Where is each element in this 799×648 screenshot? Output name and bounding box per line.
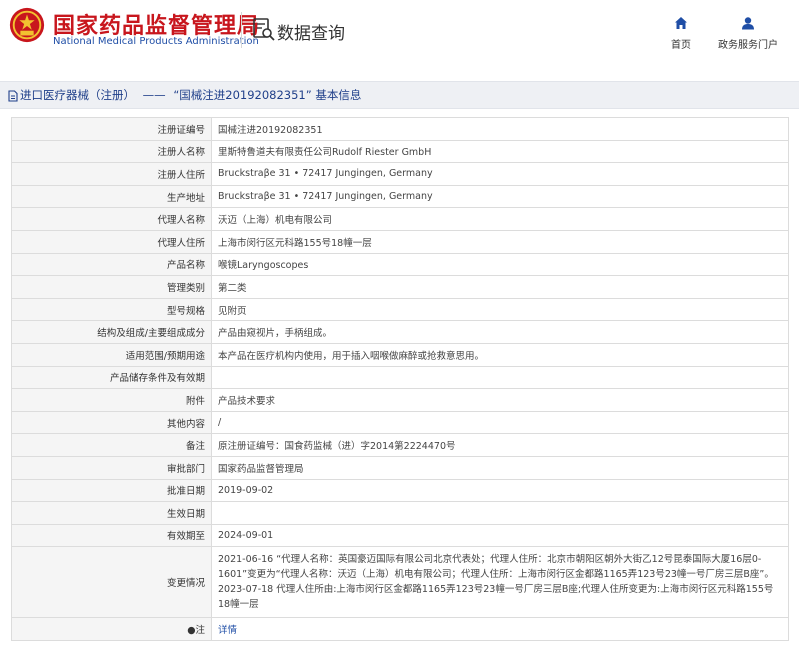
field-value: 喉镜Laryngoscopes xyxy=(211,252,789,277)
field-value xyxy=(211,501,789,525)
table-row: 结构及组成/主要组成成分 产品由窥视片，手柄组成。 xyxy=(11,320,789,344)
field-label: 批准日期 xyxy=(11,478,212,503)
table-row: 注册证编号 国械注进20192082351 xyxy=(11,117,789,141)
table-row: 审批部门 国家药品监督管理局 xyxy=(11,455,789,480)
nav-home[interactable]: 首页 xyxy=(668,16,694,51)
table-row: 管理类别 第二类 xyxy=(11,275,789,299)
field-label: 注册人名称 xyxy=(11,139,212,164)
site-name-en[interactable]: National Medical Products Administration xyxy=(53,36,259,47)
table-row: 型号规格 见附页 xyxy=(11,297,789,322)
field-value: / xyxy=(211,410,789,435)
table-row: 备注 原注册证编号：国食药监械（进）字2014第2224470号 xyxy=(11,433,789,457)
table-row-change-history: 变更情况 2021-06-16 “代理人名称：英国豪迈国际有限公司北京代表处；代理… xyxy=(11,546,789,619)
field-value: 上海市闵行区元科路155号18幢一层 xyxy=(211,229,789,254)
breadcrumb: 进口医疗器械（注册） —— “国械注进20192082351” 基本信息 xyxy=(0,81,799,109)
table-row: 生产地址 Bruckstraβe 31 • 72417 Jungingen, Ge… xyxy=(11,184,789,209)
table-row: 注册人名称 里斯特鲁道夫有限责任公司Rudolf Riester GmbH xyxy=(11,139,789,164)
field-value: 国家药品监督管理局 xyxy=(211,455,789,480)
field-value: Bruckstraβe 31 • 72417 Jungingen, German… xyxy=(211,162,789,186)
field-value: 见附页 xyxy=(211,297,789,322)
table-row: 生效日期 xyxy=(11,501,789,525)
table-row: 代理人名称 沃迈（上海）机电有限公司 xyxy=(11,207,789,231)
field-value: 原注册证编号：国食药监械（进）字2014第2224470号 xyxy=(211,433,789,457)
field-label: 审批部门 xyxy=(11,455,212,480)
nav-portal[interactable]: 政务服务门户 xyxy=(712,16,784,51)
table-row: 注册人住所 Bruckstraβe 31 • 72417 Jungingen, G… xyxy=(11,162,789,186)
field-value: 国械注进20192082351 xyxy=(211,117,789,141)
field-label: 备注 xyxy=(11,433,212,457)
field-value: 产品由窥视片，手柄组成。 xyxy=(211,320,789,344)
field-label: 附件 xyxy=(11,388,212,412)
site-header: 国家药品监督管理局 National Medical Products Admi… xyxy=(0,0,799,72)
field-label: 其他内容 xyxy=(11,410,212,435)
field-label: ●注 xyxy=(11,617,212,641)
field-label: 变更情况 xyxy=(11,546,212,619)
field-value: 第二类 xyxy=(211,275,789,299)
nav-home-label: 首页 xyxy=(671,40,691,51)
breadcrumb-category[interactable]: 进口医疗器械（注册） xyxy=(20,88,135,102)
user-icon xyxy=(742,17,754,30)
field-label: 产品储存条件及有效期 xyxy=(11,365,212,390)
home-icon xyxy=(675,17,687,29)
field-label: 生产地址 xyxy=(11,184,212,209)
table-row-note: ●注 详情 xyxy=(11,617,789,641)
nav-portal-label: 政务服务门户 xyxy=(718,40,778,51)
table-row: 有效期至 2024-09-01 xyxy=(11,523,789,548)
field-value: 产品技术要求 xyxy=(211,388,789,412)
record-table: 注册证编号 国械注进20192082351 注册人名称 里斯特鲁道夫有限责任公司Rud… xyxy=(11,117,789,641)
details-link[interactable]: 详情 xyxy=(211,617,789,641)
field-label: 注册人住所 xyxy=(11,162,212,186)
table-row: 产品名称 喉镜Laryngoscopes xyxy=(11,252,789,277)
breadcrumb-record: “国械注进20192082351” xyxy=(173,88,312,102)
table-row: 适用范围/预期用途 本产品在医疗机构内使用，用于插入咽喉做麻醉或抢救意思用。 xyxy=(11,342,789,367)
field-value: 沃迈（上海）机电有限公司 xyxy=(211,207,789,231)
document-icon xyxy=(8,89,18,102)
field-label: 生效日期 xyxy=(11,501,212,525)
field-label: 管理类别 xyxy=(11,275,212,299)
table-row: 附件 产品技术要求 xyxy=(11,388,789,412)
field-label: 代理人名称 xyxy=(11,207,212,231)
field-label: 型号规格 xyxy=(11,297,212,322)
breadcrumb-suffix: 基本信息 xyxy=(315,88,362,102)
field-value: 本产品在医疗机构内使用，用于插入咽喉做麻醉或抢救意思用。 xyxy=(211,342,789,367)
field-value: 2019-09-02 xyxy=(211,478,789,503)
header-divider xyxy=(241,12,242,48)
table-row: 产品储存条件及有效期 xyxy=(11,365,789,390)
change-history-text: 2021-06-16 “代理人名称：英国豪迈国际有限公司北京代表处；代理人住所：… xyxy=(211,546,789,619)
field-value: Bruckstraβe 31 • 72417 Jungingen, German… xyxy=(211,184,789,209)
breadcrumb-separator: —— xyxy=(142,88,166,102)
field-label: 代理人住所 xyxy=(11,229,212,254)
field-label: 适用范围/预期用途 xyxy=(11,342,212,367)
section-title: 数据查询 xyxy=(277,24,345,44)
field-label: 注册证编号 xyxy=(11,117,212,141)
table-row: 其他内容 / xyxy=(11,410,789,435)
data-query-icon xyxy=(253,18,275,41)
field-label: 结构及组成/主要组成成分 xyxy=(11,320,212,344)
field-value: 里斯特鲁道夫有限责任公司Rudolf Riester GmbH xyxy=(211,139,789,164)
table-row: 批准日期 2019-09-02 xyxy=(11,478,789,503)
table-row: 代理人住所 上海市闵行区元科路155号18幢一层 xyxy=(11,229,789,254)
field-label: 有效期至 xyxy=(11,523,212,548)
field-value: 2024-09-01 xyxy=(211,523,789,548)
field-value xyxy=(211,365,789,390)
field-label: 产品名称 xyxy=(11,252,212,277)
national-emblem-icon xyxy=(9,7,45,43)
